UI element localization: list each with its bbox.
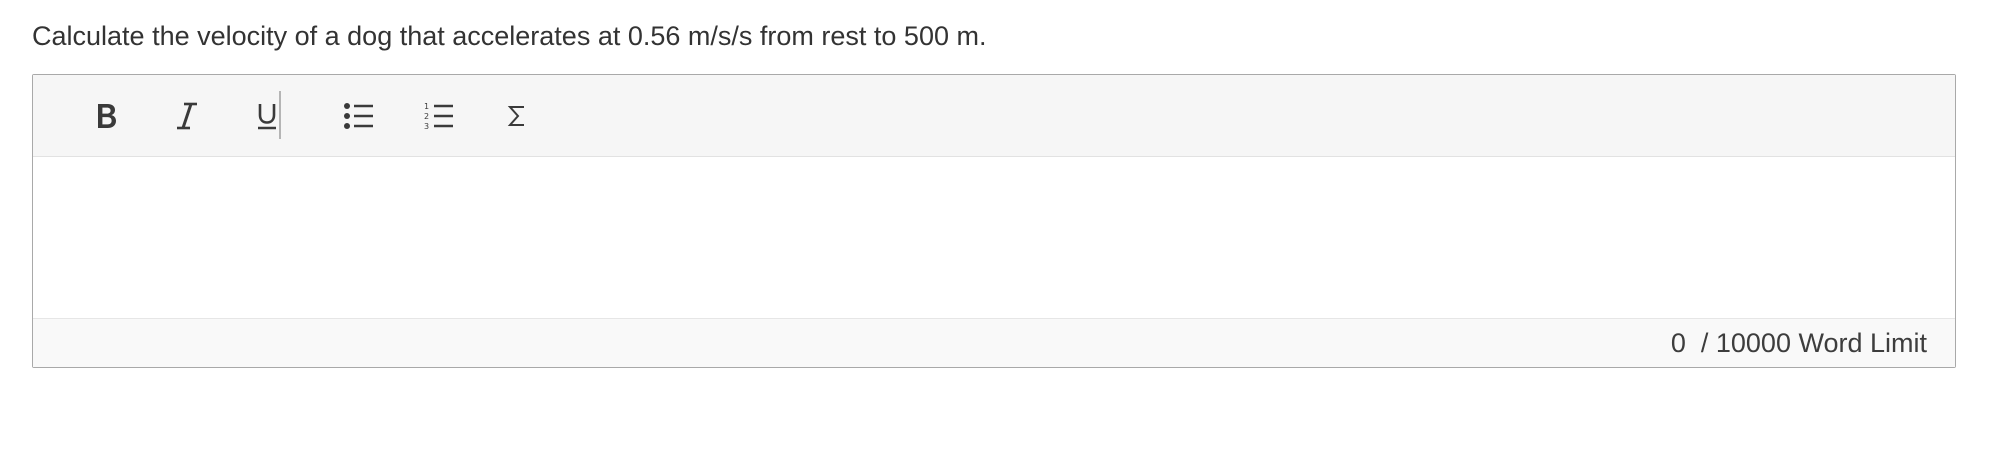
question-text: Calculate the velocity of a dog that acc… <box>32 21 987 51</box>
equation-button[interactable] <box>485 89 549 143</box>
editor-footer: 0 / 10000 Word Limit <box>33 318 1955 367</box>
svg-text:3: 3 <box>424 122 429 131</box>
word-count-label: 0 / 10000 Word Limit <box>1670 328 1927 358</box>
numbered-list-icon: 1 2 3 <box>423 100 455 132</box>
numbered-list-button[interactable]: 1 2 3 <box>407 89 471 143</box>
italic-button[interactable] <box>155 89 219 143</box>
underline-button[interactable] <box>235 89 299 143</box>
toolbar-divider <box>279 91 281 139</box>
bulleted-list-icon <box>343 101 375 131</box>
rich-text-editor: 1 2 3 0 / 10000 Word Limit <box>32 74 1956 368</box>
svg-text:2: 2 <box>424 112 429 121</box>
bold-button[interactable] <box>75 89 139 143</box>
underline-icon <box>255 101 279 131</box>
editor-toolbar: 1 2 3 <box>33 75 1955 157</box>
bulleted-list-button[interactable] <box>327 89 391 143</box>
bold-icon <box>95 101 119 131</box>
sigma-icon <box>507 103 527 129</box>
svg-text:1: 1 <box>424 102 429 111</box>
italic-icon <box>174 101 200 131</box>
answer-text-area[interactable] <box>33 157 1955 318</box>
